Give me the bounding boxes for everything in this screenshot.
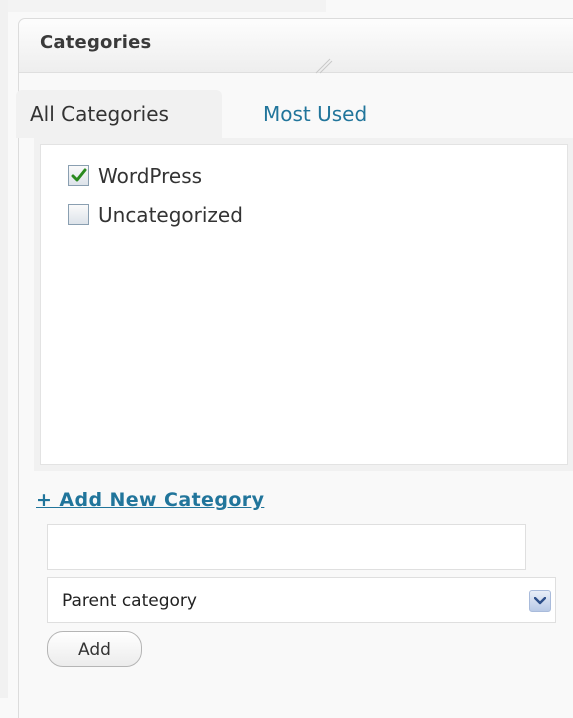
postbox-header[interactable]: Categories (19, 19, 573, 74)
tab-all-categories[interactable]: All Categories (16, 90, 222, 138)
category-label: Uncategorized (98, 202, 243, 227)
add-new-category-link[interactable]: + Add New Category (36, 489, 264, 511)
tab-most-used[interactable]: Most Used (263, 102, 367, 126)
parent-category-select[interactable]: Parent category (47, 577, 556, 623)
chevron-down-icon (534, 597, 546, 605)
category-item-uncategorized[interactable]: Uncategorized (68, 202, 567, 227)
add-category-button[interactable]: Add (47, 631, 142, 667)
top-shade (8, 0, 326, 12)
category-checkbox-wordpress[interactable] (68, 165, 89, 186)
category-tab-panel: WordPress Uncategorized (34, 138, 573, 471)
page-left-edge (0, 0, 8, 698)
category-checklist: WordPress Uncategorized (40, 144, 568, 465)
parent-category-selected: Parent category (62, 591, 197, 611)
postbox-title: Categories (40, 32, 152, 53)
new-category-name-input[interactable] (47, 524, 526, 570)
category-checkbox-uncategorized[interactable] (68, 204, 89, 225)
category-label: WordPress (98, 163, 203, 188)
category-item-wordpress[interactable]: WordPress (68, 163, 567, 188)
dropdown-arrow-button[interactable] (529, 590, 551, 612)
checkmark-icon (71, 168, 87, 182)
category-tabs: All Categories Most Used (16, 72, 573, 138)
